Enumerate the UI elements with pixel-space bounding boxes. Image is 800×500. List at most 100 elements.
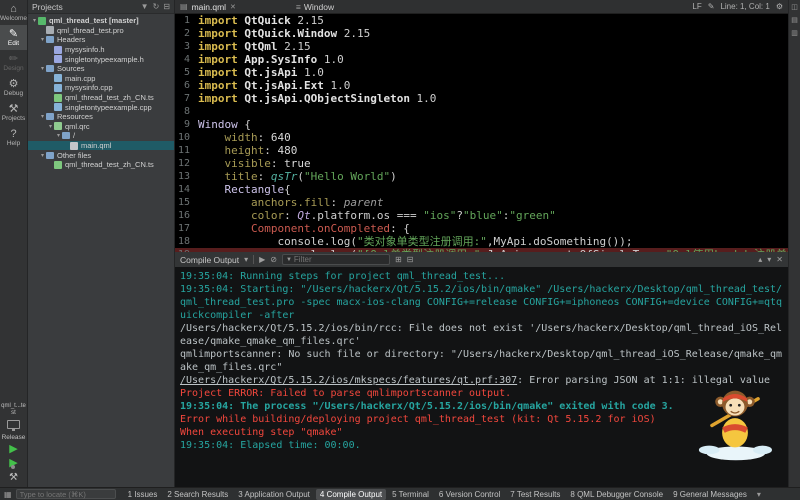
expander-icon[interactable]: ▾ xyxy=(55,132,62,139)
locator-field[interactable] xyxy=(15,489,116,499)
tree-item-sources[interactable]: ▾ Sources xyxy=(28,64,174,74)
cpp-file-icon xyxy=(54,103,62,112)
zoom-in-icon[interactable]: ⊞ xyxy=(395,255,402,264)
code-text: Rectangle{ xyxy=(224,183,291,196)
debug-run-button[interactable]: ▶ xyxy=(9,458,18,469)
code-line-5: 5 import Qt.jsApi 1.0 xyxy=(175,66,788,79)
mode-projects[interactable]: ⚒ Projects xyxy=(0,100,27,125)
output-pane-8-qml-debugger-console[interactable]: 8 QML Debugger Console xyxy=(566,489,667,500)
context-selector-label: Window xyxy=(303,1,335,12)
tree-item-qml-thread-test-zh-cn-ts[interactable]: qml_thread_test_zh_CN.ts xyxy=(28,93,174,103)
output-line: When executing step "qmake" xyxy=(180,427,343,438)
code-editor[interactable]: 1 import QtQuick 2.15 2 import QtQuick.Wind… xyxy=(175,14,788,252)
line-number: 13 xyxy=(177,171,190,182)
line-ending-indicator[interactable]: LF xyxy=(692,2,701,11)
expander-icon[interactable]: ▾ xyxy=(39,65,46,72)
expander-icon[interactable]: ▾ xyxy=(39,152,46,159)
expander-icon[interactable]: ▾ xyxy=(39,113,46,120)
bookmarks-icon[interactable]: ▥ xyxy=(791,29,798,37)
kit-selector[interactable]: qml_t...test xyxy=(0,403,27,417)
code-line-16: 16 color: Qt.platform.os === "ios"?"blue… xyxy=(175,209,788,222)
code-line-2: 2 import QtQuick.Window 2.15 xyxy=(175,27,788,40)
code-text: import QtQuick 2.15 xyxy=(198,14,324,27)
filter-input[interactable] xyxy=(293,255,384,264)
mode-help[interactable]: ? Help xyxy=(0,125,27,150)
output-line: Project ERROR: Failed to parse qmlimport… xyxy=(180,388,512,399)
tree-item-qml-thread-test-pro[interactable]: qml_thread_test.pro xyxy=(28,26,174,36)
mode-design[interactable]: ✏ Design xyxy=(0,50,27,75)
run-button[interactable]: ▶ xyxy=(9,444,17,455)
folder-file-icon xyxy=(46,113,54,121)
editor-settings-icon[interactable]: ⚙ xyxy=(776,2,783,11)
locator-icon[interactable]: ▦ xyxy=(4,490,12,499)
line-number: 6 xyxy=(183,80,190,91)
mode-welcome[interactable]: ⌂ Welcome xyxy=(0,0,27,25)
editor-tab-main-qml[interactable]: main.qml xyxy=(192,2,226,12)
build-button[interactable]: ⚒ xyxy=(9,472,18,483)
open-documents-icon[interactable]: ▤ xyxy=(180,2,188,11)
tree-item-main-qml[interactable]: main.qml xyxy=(28,140,174,151)
zoom-out-icon[interactable]: ⊟ xyxy=(407,255,414,264)
line-number: 10 xyxy=(177,132,190,143)
output-pane-3-application-output[interactable]: 3 Application Output xyxy=(234,489,314,500)
output-pane-6-version-control[interactable]: 6 Version Control xyxy=(435,489,504,500)
tree-item-label: singletontypeexample.cpp xyxy=(65,102,152,112)
expander-icon[interactable]: ▾ xyxy=(31,17,38,24)
minimize-panel-icon[interactable]: ▾ xyxy=(767,255,771,264)
close-document-icon[interactable]: ✕ xyxy=(230,3,236,11)
tree-item-headers[interactable]: ▾ Headers xyxy=(28,35,174,45)
code-line-11: 11 height: 480 xyxy=(175,144,788,157)
tree-item-singletontypeexample-cpp[interactable]: singletontypeexample.cpp xyxy=(28,102,174,112)
line-number: 11 xyxy=(177,145,190,156)
tree-item-label: qml_thread_test [master] xyxy=(49,16,139,26)
tree-item-main-cpp[interactable]: main.cpp xyxy=(28,74,174,84)
locator-input[interactable] xyxy=(19,489,114,499)
expander-icon[interactable]: ▾ xyxy=(39,36,46,43)
tree-item-qml-thread-test-zh-cn-ts[interactable]: qml_thread_test_zh_CN.ts xyxy=(28,160,174,170)
cancel-build-icon[interactable]: ⊘ xyxy=(270,255,277,264)
tree-item-qml-qrc[interactable]: ▾ qml.qrc xyxy=(28,122,174,132)
tree-item-singletontypeexample-h[interactable]: singletontypeexample.h xyxy=(28,54,174,64)
output-pane-2-search-results[interactable]: 2 Search Results xyxy=(163,489,232,500)
sync-with-editor-icon[interactable]: ↻ xyxy=(153,2,160,11)
mode-edit[interactable]: ✎ Edit xyxy=(0,25,27,50)
panel-menu-icon[interactable]: ▾ xyxy=(244,255,248,264)
output-pane-4-compile-output[interactable]: 4 Compile Output xyxy=(315,488,387,500)
mode-debug[interactable]: ⚙ Debug xyxy=(0,75,27,100)
code-text: color: Qt.platform.os === "ios"?"blue":"… xyxy=(250,209,556,222)
filter-tree-icon[interactable]: ▼ xyxy=(141,2,149,11)
folder-file-icon xyxy=(46,151,54,159)
code-text: width: 640 xyxy=(224,131,291,144)
expander-icon[interactable]: ▾ xyxy=(47,123,54,130)
kit-device-icon[interactable] xyxy=(7,420,20,431)
tree-item-mysysinfo-cpp[interactable]: mysysinfo.cpp xyxy=(28,83,174,93)
tree-item--[interactable]: ▾ / xyxy=(28,131,174,141)
split-editor-icon[interactable]: ◫ xyxy=(791,3,798,11)
output-pane-9-general-messages[interactable]: 9 General Messages xyxy=(669,489,751,500)
output-pane-buttons: 1 Issues 2 Search Results 3 Application Ou… xyxy=(124,488,751,500)
compile-output-log[interactable]: 19:35:04: Running steps for project qml_… xyxy=(175,267,788,487)
outline-icon[interactable]: ▤ xyxy=(791,16,798,24)
help-icon: ? xyxy=(10,128,17,140)
code-line-3: 3 import QtQml 2.15 xyxy=(175,40,788,53)
close-panel-icon[interactable]: ✕ xyxy=(776,255,783,264)
ts-file-icon xyxy=(54,160,62,169)
tree-item-label: Other files xyxy=(57,150,92,160)
tree-item-resources[interactable]: ▾ Resources xyxy=(28,112,174,122)
tree-item-qml-thread-test-master-[interactable]: ▾ qml_thread_test [master] xyxy=(28,16,174,26)
run-build-icon[interactable]: ▶ xyxy=(259,255,265,264)
tree-item-other-files[interactable]: ▾ Other files xyxy=(28,150,174,160)
maximize-panel-icon[interactable]: ▴ xyxy=(758,255,762,264)
collapse-all-icon[interactable]: ⊟ xyxy=(163,2,170,11)
output-pane-5-terminal[interactable]: 5 Terminal xyxy=(388,489,433,500)
output-pane-1-issues[interactable]: 1 Issues xyxy=(124,489,162,500)
panes-menu-icon[interactable]: ▾ xyxy=(757,490,761,499)
mode-label: Edit xyxy=(7,40,20,47)
file-link[interactable]: /Users/hackerx/Qt/5.15.2/ios/mkspecs/fea… xyxy=(180,375,517,386)
output-pane-7-test-results[interactable]: 7 Test Results xyxy=(506,489,564,500)
context-selector[interactable]: ≡ Window xyxy=(296,2,334,12)
tree-item-mysysinfo-h[interactable]: mysysinfo.h xyxy=(28,45,174,55)
symbol-menu-icon: ≡ xyxy=(295,1,301,12)
line-number: 3 xyxy=(183,41,190,52)
qrc-file-icon xyxy=(54,122,62,131)
